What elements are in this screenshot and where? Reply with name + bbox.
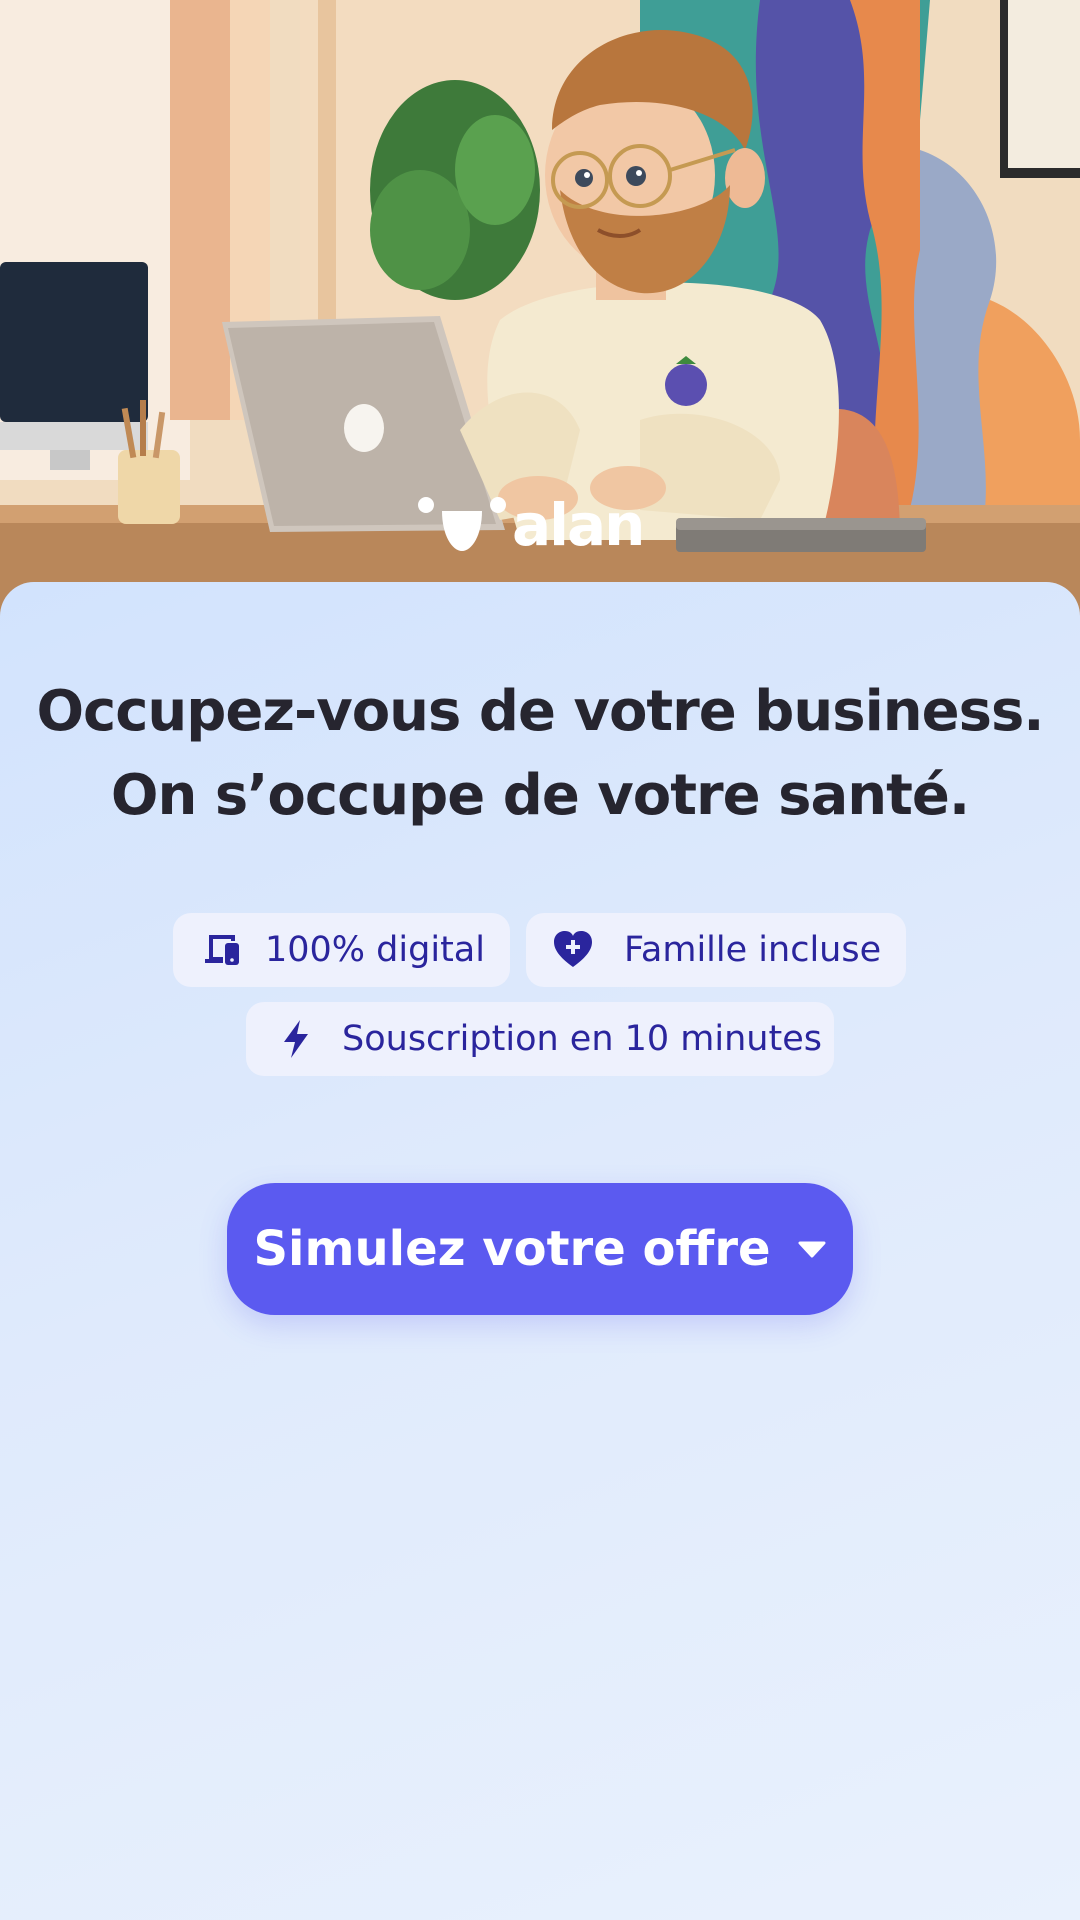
landing-page: alan Occupez-vous de votre business. On … [0, 0, 1080, 1920]
feature-label: Souscription en 10 minutes [342, 1019, 822, 1059]
feature-label: Famille incluse [624, 930, 882, 970]
feature-chip-digital: 100% digital [173, 913, 510, 987]
caret-down-icon [798, 1241, 826, 1258]
lightning-icon [284, 1020, 308, 1058]
headline-line-1: Occupez-vous de votre business. [36, 679, 1044, 744]
simulate-offer-button[interactable]: Simulez votre offre [227, 1183, 853, 1315]
feature-chip-famille: Famille incluse [526, 913, 906, 987]
page-title: Occupez-vous de votre business. On s’occ… [0, 670, 1080, 838]
hero-illustration: alan [0, 0, 1080, 620]
alan-logo: alan [414, 490, 674, 560]
alan-logo-icon [418, 497, 506, 551]
content-panel: Occupez-vous de votre business. On s’occ… [0, 582, 1080, 1920]
feature-label: 100% digital [265, 930, 485, 970]
cta-label: Simulez votre offre [253, 1221, 771, 1277]
headline-line-2: On s’occupe de votre santé. [110, 763, 970, 828]
heart-plus-icon [554, 931, 592, 967]
brand-name: alan [512, 491, 645, 559]
devices-icon [205, 935, 239, 965]
feature-chip-souscription: Souscription en 10 minutes [246, 1002, 834, 1076]
